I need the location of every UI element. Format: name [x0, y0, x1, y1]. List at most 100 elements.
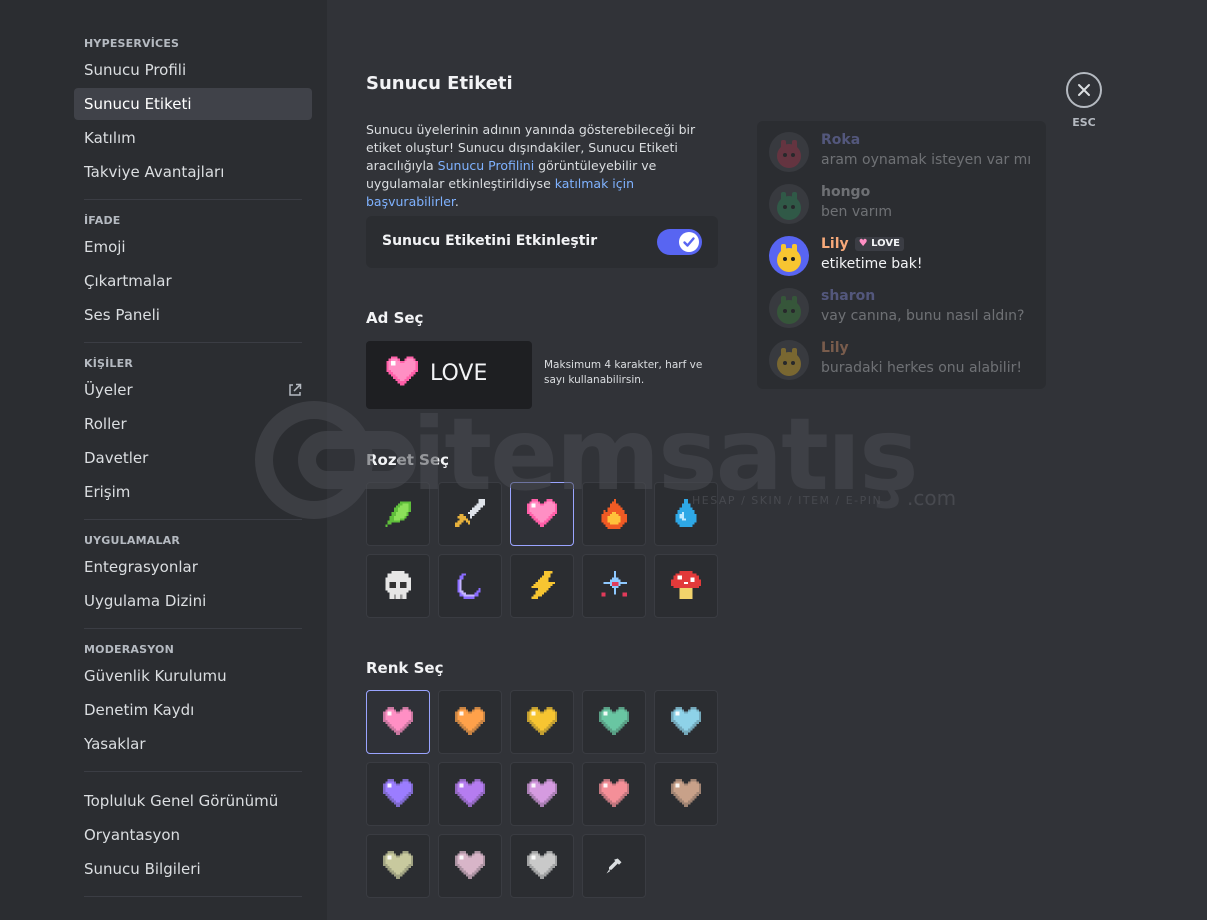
color-option[interactable] — [366, 834, 430, 898]
color-heading: Renk Seç — [366, 659, 444, 677]
water-drop-icon — [675, 499, 697, 527]
heart-icon — [455, 851, 485, 879]
settings-sidebar: HYPESERVİCES Sunucu Profili Sunucu Etike… — [0, 0, 327, 920]
chat-message: Lily buradaki herkes onu alabilir! — [769, 340, 1039, 384]
external-link-icon — [289, 383, 302, 396]
tag-text: LOVE — [871, 238, 900, 249]
color-option[interactable] — [438, 834, 502, 898]
app-root: HYPESERVİCES Sunucu Profili Sunucu Etike… — [0, 0, 1207, 920]
color-grid — [366, 690, 718, 898]
avatar — [769, 184, 809, 224]
enable-tag-toggle[interactable] — [657, 229, 702, 255]
color-option[interactable] — [654, 762, 718, 826]
description-text: . — [454, 194, 459, 209]
badge-option-crystal[interactable] — [582, 554, 646, 618]
badge-option-mushroom[interactable] — [654, 554, 718, 618]
username: hongo — [821, 184, 870, 200]
divider — [84, 519, 302, 520]
skull-icon — [385, 571, 411, 599]
sidebar-item-invites[interactable]: Davetler — [74, 442, 312, 474]
username: sharon — [821, 288, 875, 304]
custom-color-button[interactable] — [582, 834, 646, 898]
badge-option-fire[interactable] — [582, 482, 646, 546]
sidebar-item-access[interactable]: Erişim — [74, 476, 312, 508]
sidebar-item-server-insights[interactable]: Sunucu Bilgileri — [74, 853, 312, 885]
heart-icon — [386, 356, 418, 386]
username-text: Roka — [821, 132, 861, 148]
sidebar-item-soundboard[interactable]: Ses Paneli — [74, 299, 312, 331]
divider — [84, 342, 302, 343]
enable-tag-card: Sunucu Etiketini Etkinleştir — [366, 216, 718, 268]
sidebar-item-safety-setup[interactable]: Güvenlik Kurulumu — [74, 660, 312, 692]
sidebar-item-server-profile[interactable]: Sunucu Profili — [74, 54, 312, 86]
color-option[interactable] — [582, 762, 646, 826]
badge-option-water-drop[interactable] — [654, 482, 718, 546]
sidebar-item-bans[interactable]: Yasaklar — [74, 728, 312, 760]
crystal-icon — [601, 571, 627, 597]
divider — [84, 771, 302, 772]
description: Sunucu üyelerinin adının yanında göstere… — [366, 121, 722, 211]
sidebar-item-roles[interactable]: Roller — [74, 408, 312, 440]
sidebar-item-integrations[interactable]: Entegrasyonlar — [74, 551, 312, 583]
badge-option-lightning[interactable] — [510, 554, 574, 618]
username: Lily — [821, 340, 849, 356]
tag-name-value: LOVE — [430, 361, 488, 386]
color-option[interactable] — [438, 762, 502, 826]
chat-message: sharon vay canına, bunu nasıl aldın? — [769, 288, 1039, 332]
chat-message: Roka aram oynamak isteyen var mı — [769, 132, 1039, 176]
username: Lily ♥ LOVE — [821, 236, 904, 252]
heart-icon — [455, 707, 485, 735]
sidebar-item-stickers[interactable]: Çıkartmalar — [74, 265, 312, 297]
sidebar-item-audit-log[interactable]: Denetim Kaydı — [74, 694, 312, 726]
username: Roka — [821, 132, 860, 148]
server-tag-badge: ♥ LOVE — [854, 237, 904, 251]
name-heading: Ad Seç — [366, 309, 424, 327]
color-option[interactable] — [366, 690, 430, 754]
color-option[interactable] — [438, 690, 502, 754]
fire-icon — [601, 499, 627, 529]
sidebar-item-emoji[interactable]: Emoji — [74, 231, 312, 263]
page-title: Sunucu Etiketi — [366, 73, 513, 94]
heart-icon — [527, 707, 557, 735]
sidebar-item-community-overview[interactable]: Topluluk Genel Görünümü — [74, 785, 312, 817]
moon-icon — [457, 573, 481, 599]
avatar — [769, 236, 809, 276]
sidebar-item-boost-perks[interactable]: Takviye Avantajları — [74, 156, 312, 188]
heart-icon — [383, 779, 413, 807]
enable-tag-label: Sunucu Etiketini Etkinleştir — [382, 233, 598, 249]
username-text: sharon — [821, 288, 876, 304]
sidebar-item-onboarding[interactable]: Oryantasyon — [74, 819, 312, 851]
name-hint: Maksimum 4 karakter, harf ve sayı kullan… — [544, 359, 703, 386]
sidebar-item-join[interactable]: Katılım — [74, 122, 312, 154]
sidebar-item-members[interactable]: Üyeler — [74, 374, 312, 406]
username-text: hongo — [821, 184, 871, 200]
section-title-moderation: MODERASYON — [84, 643, 174, 656]
heart-icon — [671, 779, 701, 807]
section-title-hypeservices: HYPESERVİCES — [84, 37, 180, 50]
message-text: ben varım — [821, 204, 892, 220]
section-title-people: KİŞİLER — [84, 357, 134, 370]
sidebar-item-server-tag[interactable]: Sunucu Etiketi — [74, 88, 312, 120]
divider — [84, 628, 302, 629]
badge-option-skull[interactable] — [366, 554, 430, 618]
color-option[interactable] — [510, 690, 574, 754]
divider — [84, 896, 302, 897]
color-option[interactable] — [582, 690, 646, 754]
badge-option-leaf[interactable] — [366, 482, 430, 546]
heart-icon — [527, 499, 557, 527]
chat-message: Lily ♥ LOVE etiketime bak! — [769, 236, 1039, 280]
badge-option-sword[interactable] — [438, 482, 502, 546]
badge-option-heart[interactable] — [510, 482, 574, 546]
color-option[interactable] — [510, 762, 574, 826]
server-profile-link[interactable]: Sunucu Profilini — [438, 158, 535, 173]
color-option[interactable] — [366, 762, 430, 826]
color-option[interactable] — [654, 690, 718, 754]
sidebar-item-app-directory[interactable]: Uygulama Dizini — [74, 585, 312, 617]
lightning-icon — [531, 571, 555, 599]
tag-name-input[interactable]: LOVE — [366, 341, 532, 409]
color-option[interactable] — [510, 834, 574, 898]
toggle-knob — [679, 232, 699, 252]
badge-option-moon[interactable] — [438, 554, 502, 618]
close-button[interactable] — [1066, 72, 1102, 108]
badge-heading: Rozet Seç — [366, 451, 450, 469]
